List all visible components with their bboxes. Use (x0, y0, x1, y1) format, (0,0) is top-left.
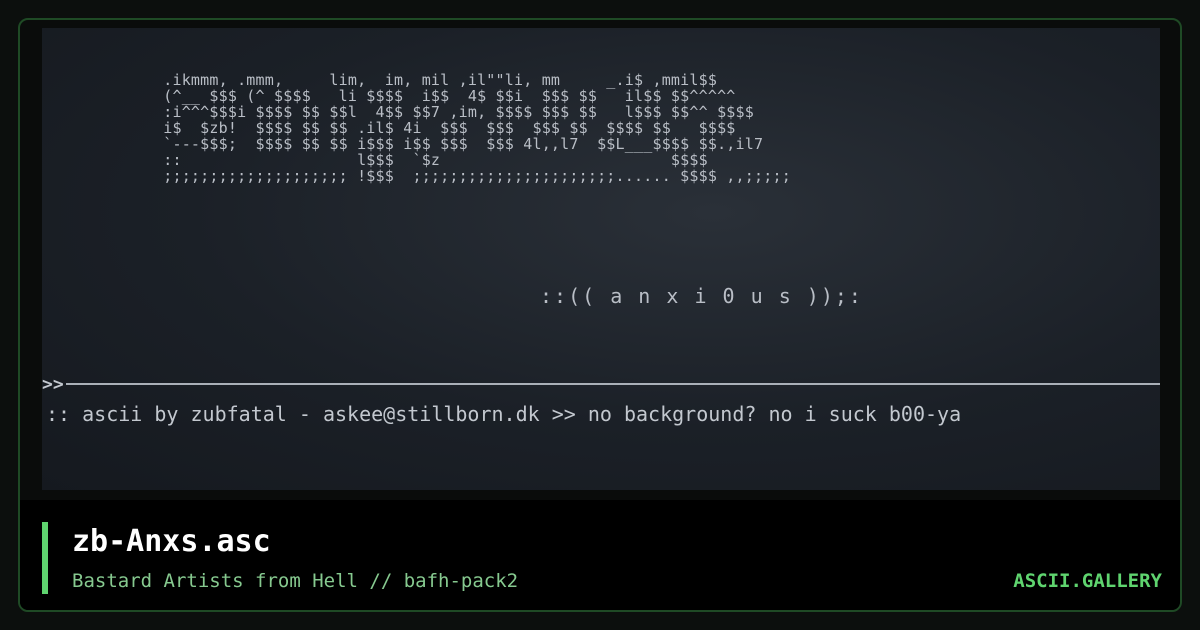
ascii-art-line: :i^^^$$$i $$$$ $$ $$l 4$$ $$7 ,im, $$$$ … (154, 103, 754, 121)
divider-line (65, 383, 1160, 385)
ascii-art-line: i$ $zb! $$$$ $$ $$ .il$ 4i $$$ $$$ $$$ $… (154, 119, 736, 137)
ascii-art-preview: .ikmmm, .mmm, lim, im, mil ,il""li, mm _… (42, 28, 1160, 490)
ascii-art-line: (^__ $$$ (^ $$$$ li $$$$ i$$ 4$ $$i $$$ … (154, 87, 736, 105)
divider-arrow: >> (42, 373, 64, 395)
file-title[interactable]: zb-Anxs.asc (72, 524, 271, 559)
ascii-art-line: .ikmmm, .mmm, lim, im, mil ,il""li, mm _… (154, 71, 718, 89)
ascii-divider: >> (42, 373, 1160, 395)
accent-bar (42, 522, 48, 594)
ascii-art-line: `---$$$; $$$$ $$ $$ i$$$ i$$ $$$ $$$ 4l,… (154, 135, 764, 153)
ascii-art-tagline: ::(( a n x i 0 u s ));: (540, 284, 863, 308)
ascii-art-line: ;;;;;;;;;;;;;;;;;;;; !$$$ ;;;;;;;;;;;;;;… (154, 167, 791, 185)
site-brand[interactable]: ASCII.GALLERY (1013, 570, 1162, 592)
ascii-credit-line: :: ascii by zubfatal - askee@stillborn.d… (46, 402, 962, 426)
pack-meta: Bastard Artists from Hell // bafh-pack2 (72, 570, 519, 592)
gallery-card: .ikmmm, .mmm, lim, im, mil ,il""li, mm _… (18, 18, 1182, 612)
ascii-art-logo: .ikmmm, .mmm, lim, im, mil ,il""li, mm _… (154, 72, 791, 184)
ascii-art-line: :: l$$$ `$z $$$$ (154, 151, 708, 169)
card-footer: zb-Anxs.asc Bastard Artists from Hell //… (20, 500, 1180, 610)
